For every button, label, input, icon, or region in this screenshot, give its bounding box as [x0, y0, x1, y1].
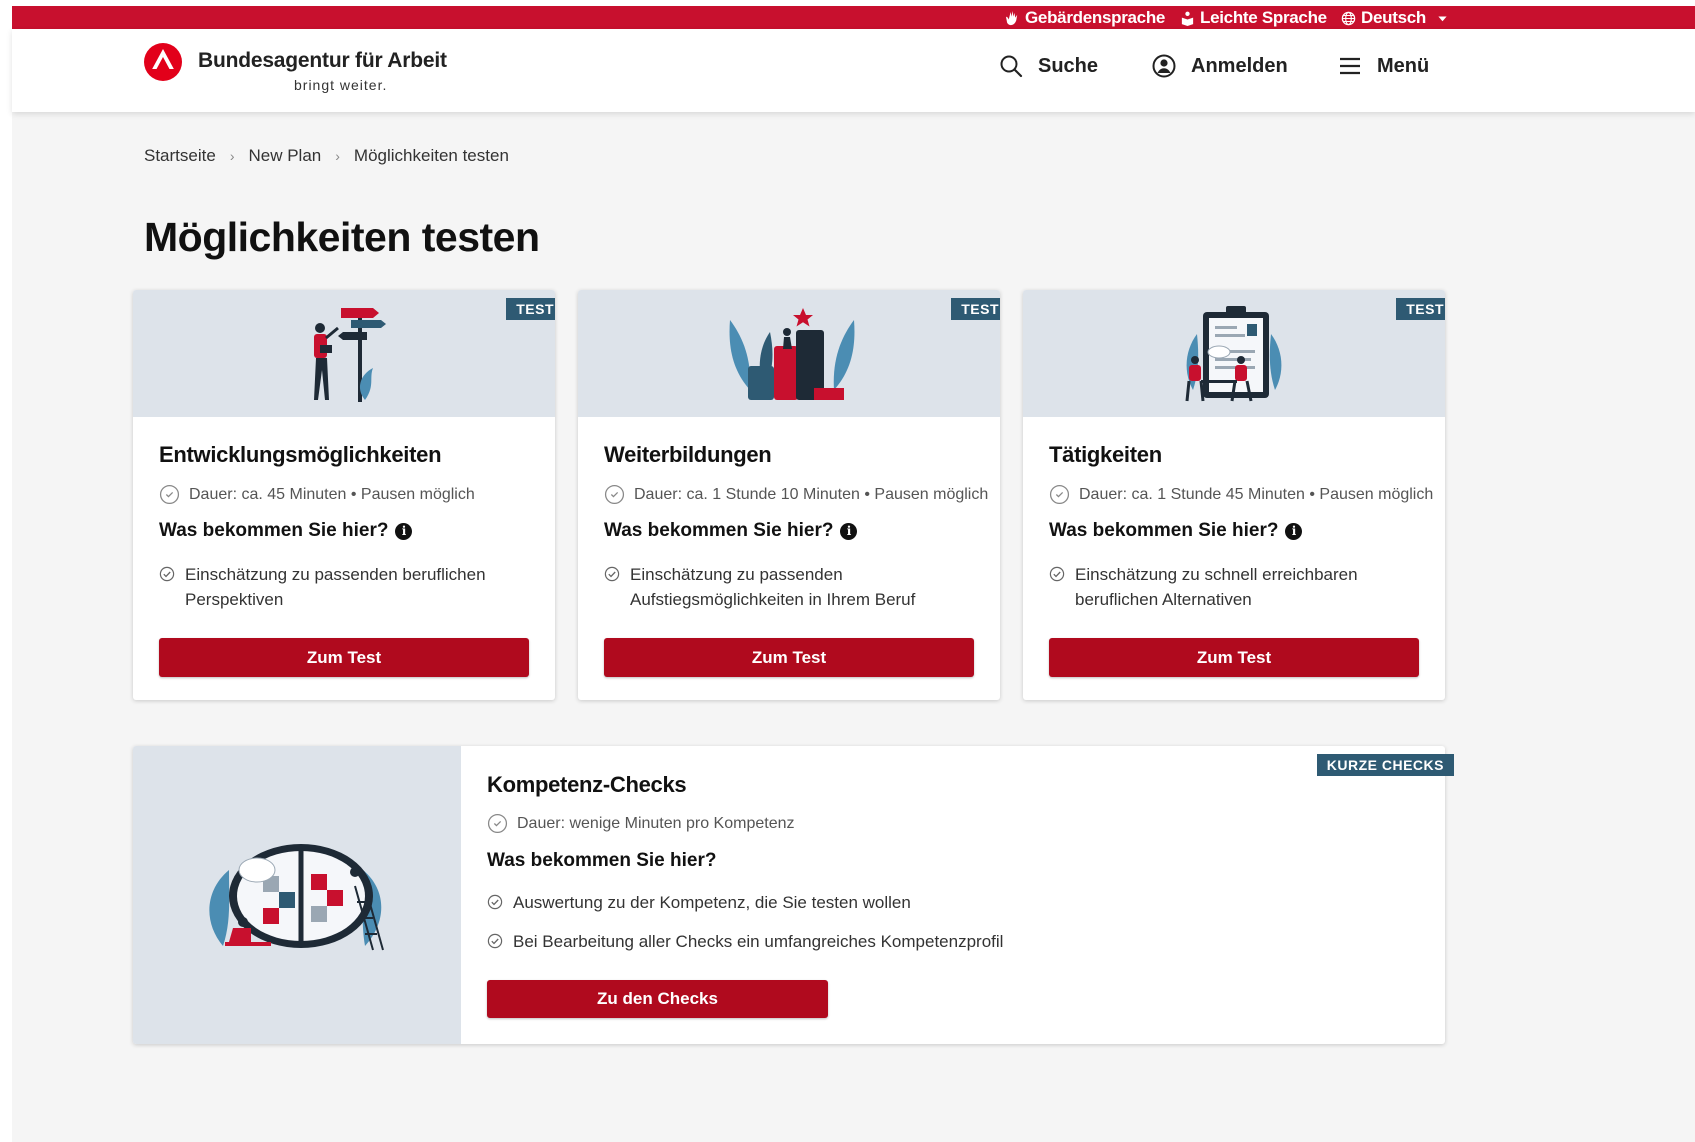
clock-icon	[1049, 484, 1070, 505]
benefit-question: Was bekommen Sie hier?	[487, 850, 717, 871]
duration-text: Dauer: ca. 1 Stunde 45 Minuten • Pausen …	[1079, 485, 1434, 503]
card-title: Kompetenz-Checks	[487, 772, 687, 797]
check-circle-icon	[487, 933, 503, 949]
breadcrumb-home[interactable]: Startseite	[144, 146, 216, 166]
globe-icon	[1341, 11, 1356, 25]
card-illustration: TEST	[133, 290, 555, 417]
breadcrumb-current: Möglichkeiten testen	[353, 146, 509, 165]
duration: Dauer: ca. 45 Minuten • Pausen möglich	[159, 484, 475, 505]
benefit-heading: Was bekommen Sie hier? i	[1049, 520, 1303, 542]
card-illustration	[133, 746, 461, 1044]
duration: Dauer: ca. 1 Stunde 45 Minuten • Pausen …	[1049, 484, 1433, 505]
benefit-heading: Was bekommen Sie hier?	[487, 850, 716, 872]
duration-text: Dauer: wenige Minuten pro Kompetenz	[517, 814, 795, 832]
search-button[interactable]: Suche	[998, 53, 1098, 79]
card-illustration: TEST	[578, 290, 1000, 417]
easy-language-icon	[1181, 11, 1194, 26]
benefit-text: Auswertung zu der Kompetenz, die Sie tes…	[513, 893, 911, 912]
check-circle-icon	[1049, 566, 1065, 582]
duration-text: Dauer: ca. 1 Stunde 10 Minuten • Pausen …	[634, 485, 989, 503]
benefit-heading: Was bekommen Sie hier? i	[604, 520, 858, 542]
benefit-item: Bei Bearbeitung aller Checks ein umfangr…	[487, 929, 1187, 954]
breadcrumb-chevron-icon: ›	[229, 148, 235, 164]
benefit-text: Bei Bearbeitung aller Checks ein umfangr…	[513, 932, 1004, 951]
test-badge: TEST	[1396, 298, 1445, 320]
podium-illustration-icon	[729, 308, 855, 400]
search-icon	[1000, 55, 1023, 78]
check-circle-icon	[159, 566, 175, 582]
zu-den-checks-button[interactable]: Zu den Checks	[487, 980, 828, 1018]
kurze-checks-badge: KURZE CHECKS	[1316, 754, 1454, 776]
sign-language-link[interactable]: Gebärdensprache	[1005, 8, 1165, 28]
sign-language-label: Gebärdensprache	[1025, 8, 1166, 27]
service-bar: Gebärdensprache Leichte Sprache Deutsch	[12, 6, 1695, 29]
zum-test-button[interactable]: Zum Test	[1049, 638, 1419, 677]
zum-test-button[interactable]: Zum Test	[159, 638, 529, 677]
brand-claim: bringt weiter.	[294, 77, 388, 93]
duration: Dauer: wenige Minuten pro Kompetenz	[487, 813, 795, 834]
check-circle-icon	[487, 894, 503, 910]
zum-test-button[interactable]: Zum Test	[604, 638, 974, 677]
card-illustration: TEST	[1023, 290, 1445, 417]
benefit-question: Was bekommen Sie hier?	[159, 520, 389, 541]
brand-name: Bundesagentur für Arbeit	[198, 49, 447, 72]
breadcrumb-chevron-icon: ›	[335, 148, 340, 164]
page-title: Möglichkeiten testen	[144, 214, 540, 260]
search-label: Suche	[1038, 54, 1099, 77]
duration: Dauer: ca. 1 Stunde 10 Minuten • Pausen …	[604, 484, 988, 505]
benefit-item: Einschätzung zu schnell erreichbaren ber…	[1049, 562, 1409, 612]
browser-page: Gebärdensprache Leichte Sprache Deutsch …	[12, 6, 1695, 1142]
benefit-text: Einschätzung zu schnell erreichbaren ber…	[1075, 565, 1358, 609]
test-badge: TEST	[506, 298, 555, 320]
card-title: Tätigkeiten	[1049, 442, 1162, 467]
clock-icon	[604, 484, 625, 505]
language-select[interactable]: Deutsch	[1341, 8, 1448, 28]
breadcrumb: Startseite › New Plan › Möglichkeiten te…	[144, 146, 509, 166]
benefit-question: Was bekommen Sie hier?	[604, 520, 834, 541]
info-icon[interactable]: i	[395, 522, 413, 540]
benefit-text: Einschätzung zu passenden Aufstiegsmögli…	[630, 565, 916, 609]
login-button[interactable]: Anmelden	[1151, 53, 1288, 79]
card-kompetenz-checks: KURZE CHECKS Kompetenz-Checks Dauer: wen…	[133, 746, 1454, 1044]
signpost-illustration-icon	[314, 308, 386, 402]
easy-language-link[interactable]: Leichte Sprache	[1180, 8, 1327, 28]
clock-icon	[487, 813, 508, 834]
check-circle-icon	[604, 566, 620, 582]
test-badge: TEST	[951, 298, 1000, 320]
sign-language-icon	[1005, 10, 1018, 25]
duration-text: Dauer: ca. 45 Minuten • Pausen möglich	[189, 485, 475, 503]
card-title: Weiterbildungen	[604, 442, 772, 467]
card-entwicklungsmoeglichkeiten: TEST Entwicklungsmöglichkeiten Dauer: ca…	[133, 290, 555, 700]
easy-language-label: Leichte Sprache	[1200, 8, 1327, 27]
user-circle-icon	[1152, 54, 1176, 78]
breadcrumb-new-plan[interactable]: New Plan	[248, 146, 321, 166]
benefit-item: Auswertung zu der Kompetenz, die Sie tes…	[487, 890, 1187, 915]
benefit-item: Einschätzung zu passenden Aufstiegsmögli…	[604, 562, 964, 612]
login-label: Anmelden	[1191, 54, 1288, 77]
caret-down-icon	[1438, 15, 1447, 21]
info-icon[interactable]: i	[840, 522, 858, 540]
card-weiterbildungen: TEST Weiterbildungen Dauer: ca. 1 Stunde…	[578, 290, 1000, 700]
language-label: Deutsch	[1361, 8, 1426, 27]
info-icon[interactable]: i	[1285, 522, 1303, 540]
ba-logo-icon[interactable]	[143, 42, 183, 82]
benefit-question: Was bekommen Sie hier?	[1049, 520, 1279, 541]
benefit-item: Einschätzung zu passenden beruflichen Pe…	[159, 562, 519, 612]
clipboard-illustration-icon	[1185, 306, 1282, 402]
card-taetigkeiten: TEST Tätigkeiten Dauer: ca. 1 Stunde 45 …	[1023, 290, 1445, 700]
site-header: Bundesagentur für Arbeit bringt weiter. …	[12, 29, 1695, 112]
menu-label: Menü	[1377, 54, 1430, 77]
card-title: Entwicklungsmöglichkeiten	[159, 442, 442, 467]
benefit-heading: Was bekommen Sie hier? i	[159, 520, 413, 542]
brain-puzzle-illustration-icon	[209, 844, 384, 951]
clock-icon	[159, 484, 180, 505]
menu-button[interactable]: Menü	[1337, 53, 1429, 79]
hamburger-menu-icon	[1340, 57, 1360, 75]
benefit-text: Einschätzung zu passenden beruflichen Pe…	[185, 565, 486, 609]
